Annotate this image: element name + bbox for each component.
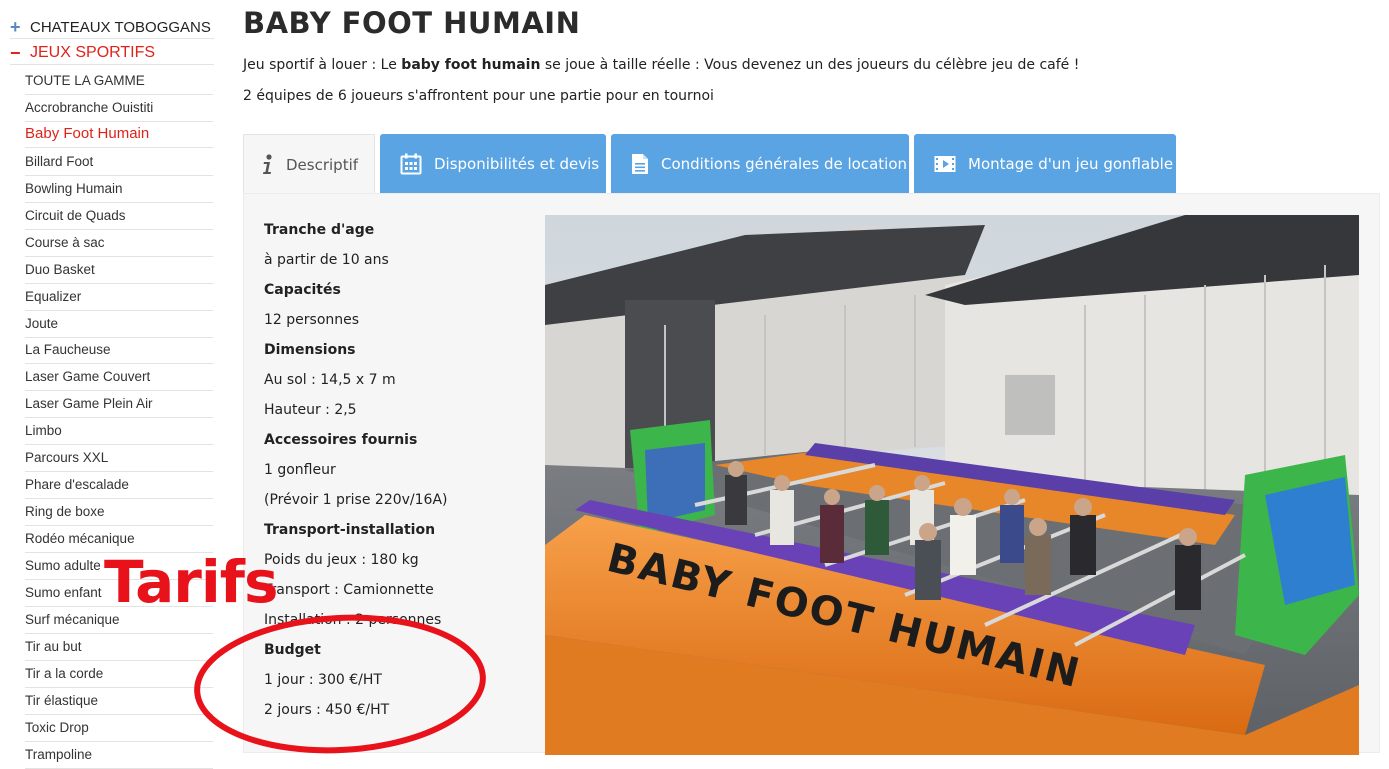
intro-line-2: 2 équipes de 6 joueurs s'affrontent pour… [243, 88, 714, 104]
spec-value: Hauteur : 2,5 [264, 402, 357, 418]
spec-heading: Accessoires fournis [264, 432, 418, 448]
sidebar-item[interactable]: La Faucheuse [25, 337, 213, 364]
spec-value: 1 gonfleur [264, 462, 336, 478]
tarifs-annotation: Tarifs [104, 548, 278, 616]
highlight-circle [194, 614, 486, 754]
sidebar-item[interactable]: Equalizer [25, 284, 213, 311]
tab-label: Montage d'un jeu gonflable [968, 154, 1174, 173]
tab-descriptif[interactable]: Descriptif [243, 134, 375, 194]
tab-label: Descriptif [286, 155, 359, 174]
sidebar-item[interactable]: Billard Foot [25, 149, 213, 176]
sidebar-item[interactable]: Duo Basket [25, 257, 213, 284]
spec-value: Au sol : 14,5 x 7 m [264, 372, 396, 388]
sidebar-item[interactable]: Ring de boxe [25, 499, 213, 526]
spec-heading: Dimensions [264, 342, 356, 358]
sidebar-item[interactable]: Phare d'escalade [25, 472, 213, 499]
document-icon [631, 153, 649, 175]
tab-montage[interactable]: Montage d'un jeu gonflable [914, 134, 1176, 193]
product-photo[interactable]: BABY FOOT HUMAIN [545, 215, 1359, 755]
page-title: BABY FOOT HUMAIN [243, 6, 581, 40]
spec-heading: Transport-installation [264, 522, 436, 538]
sidebar-item[interactable]: Tir au but [25, 634, 213, 661]
intro-bold-text: baby foot humain [401, 57, 541, 73]
sidebar-item[interactable]: Accrobranche Ouistiti [25, 95, 213, 122]
sidebar-item[interactable]: Toxic Drop [25, 715, 213, 742]
category-chateaux-toboggans[interactable]: + CHATEAUX TOBOGGANS [10, 16, 214, 39]
category-jeux-sportifs[interactable]: − JEUX SPORTIFS [10, 42, 214, 65]
sidebar-item[interactable]: Circuit de Quads [25, 203, 213, 230]
sidebar-item[interactable]: Tir élastique [25, 688, 213, 715]
tab-disponibilites[interactable]: Disponibilités et devis [380, 134, 606, 193]
spec-value: (Prévoir 1 prise 220v/16A) [264, 492, 448, 508]
sidebar-item[interactable]: Bowling Humain [25, 176, 213, 203]
tab-label: Conditions générales de location [661, 154, 908, 173]
sidebar-item[interactable]: Laser Game Plein Air [25, 391, 213, 418]
category-label: JEUX SPORTIFS [30, 44, 156, 61]
sidebar-item-active[interactable]: Baby Foot Humain [25, 121, 213, 148]
video-icon [934, 155, 956, 173]
intro-line-1: Jeu sportif à louer : Le baby foot humai… [243, 57, 1079, 73]
sidebar-item[interactable]: Limbo [25, 418, 213, 445]
sidebar-item[interactable]: Laser Game Couvert [25, 364, 213, 391]
spec-heading: Tranche d'age [264, 222, 375, 238]
spec-value: à partir de 10 ans [264, 252, 389, 268]
tab-conditions[interactable]: Conditions générales de location [611, 134, 909, 193]
sidebar-item[interactable]: Tir a la corde [25, 661, 213, 688]
sidebar-item[interactable]: Parcours XXL [25, 445, 213, 472]
category-label: CHATEAUX TOBOGGANS [30, 18, 211, 36]
info-icon [262, 153, 274, 176]
tab-label: Disponibilités et devis [434, 154, 600, 173]
spec-heading: Capacités [264, 282, 341, 298]
spec-value: Poids du jeux : 180 kg [264, 552, 419, 568]
sidebar-item[interactable]: Joute [25, 311, 213, 338]
sidebar-item[interactable]: Trampoline [25, 742, 213, 769]
calendar-icon [400, 153, 422, 175]
sidebar-item[interactable]: Course à sac [25, 230, 213, 257]
sidebar-item[interactable]: TOUTE LA GAMME [25, 68, 213, 95]
expand-plus-icon: + [10, 16, 21, 37]
collapse-minus-icon: − [10, 42, 21, 63]
spec-value: Transport : Camionnette [264, 582, 434, 598]
intro-text: se joue à taille réelle : Vous devenez u… [540, 57, 1080, 73]
spec-value: 12 personnes [264, 312, 360, 328]
intro-text: Jeu sportif à louer : Le [243, 57, 402, 73]
